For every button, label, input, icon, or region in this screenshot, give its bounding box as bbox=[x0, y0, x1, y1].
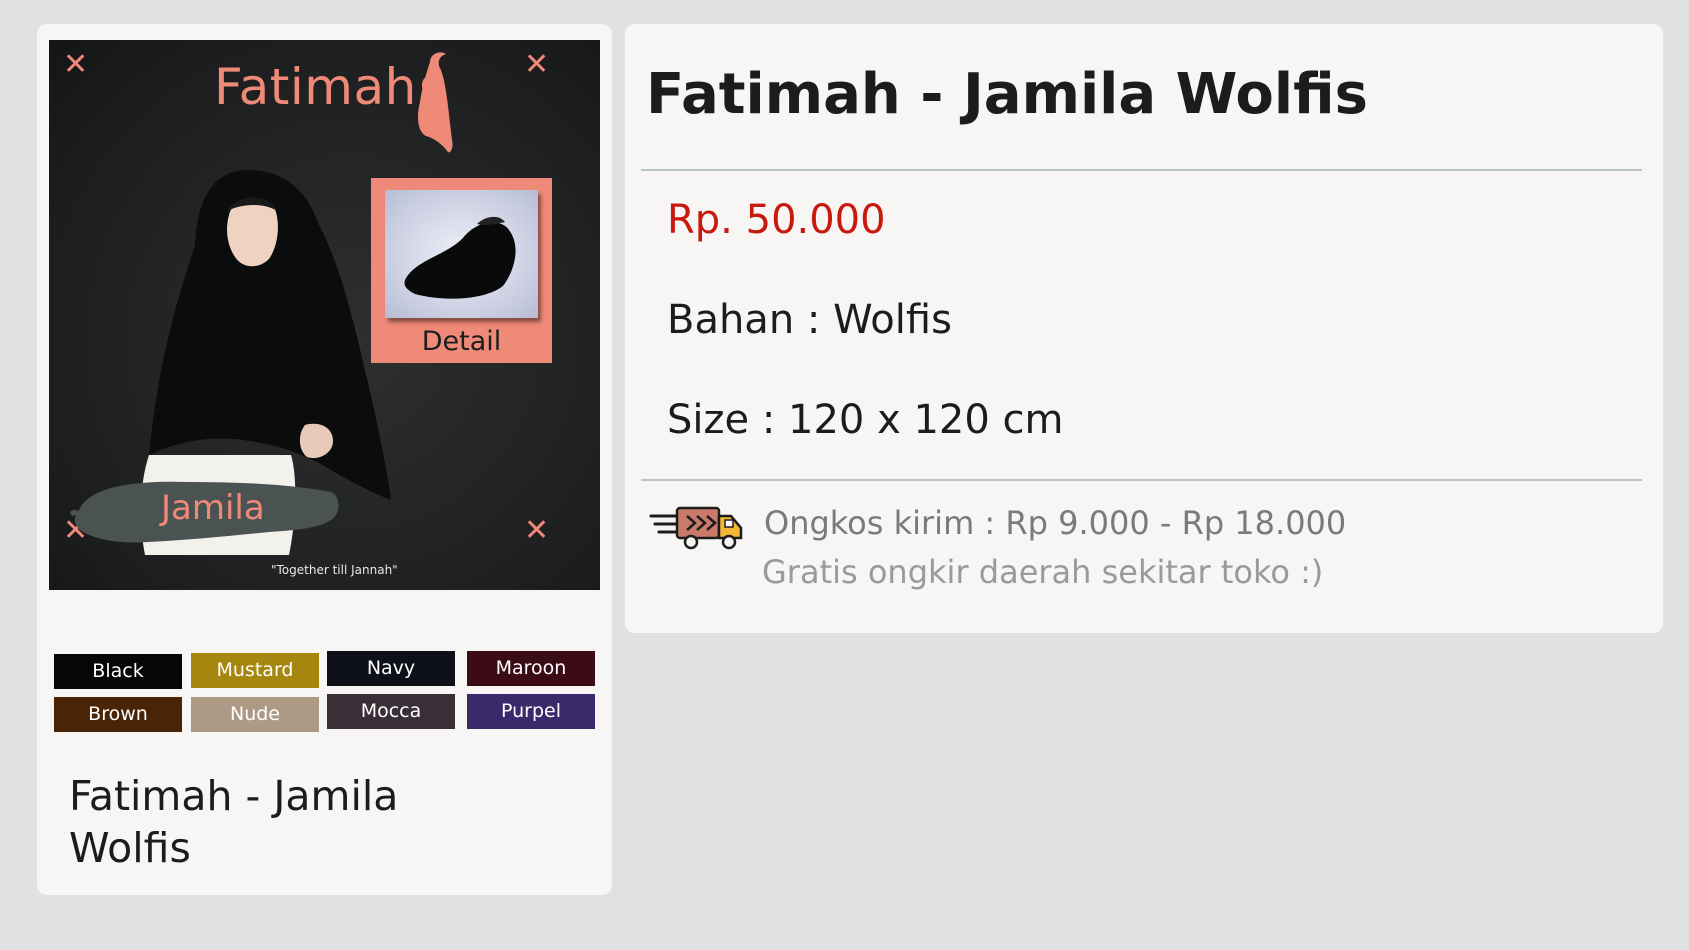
product-detail-panel: Fatimah - Jamila Wolfis Rp. 50.000 Bahan… bbox=[625, 24, 1663, 633]
divider bbox=[641, 169, 1642, 171]
divider bbox=[641, 479, 1642, 481]
product-card: ✕ ✕ ✕ ✕ Fatimah Detail Jamila "Together … bbox=[37, 24, 612, 895]
color-swatch-brown[interactable]: Brown bbox=[54, 697, 182, 732]
detail-thumbnail[interactable]: Detail bbox=[371, 178, 552, 363]
product-price: Rp. 50.000 bbox=[667, 197, 886, 243]
tagline: "Together till Jannah" bbox=[271, 563, 398, 577]
delivery-truck-icon bbox=[649, 506, 743, 550]
color-swatch-nude[interactable]: Nude bbox=[191, 697, 319, 732]
color-swatches: Black Mustard Navy Maroon Brown Nude Moc… bbox=[54, 651, 599, 733]
model-name-label: Jamila bbox=[161, 488, 265, 528]
product-name[interactable]: Fatimah - Jamila Wolfis bbox=[69, 770, 489, 874]
brand-title: Fatimah bbox=[214, 58, 417, 116]
product-image[interactable]: ✕ ✕ ✕ ✕ Fatimah Detail Jamila "Together … bbox=[49, 40, 600, 590]
detail-label: Detail bbox=[421, 326, 502, 357]
shipping-cost: Ongkos kirim : Rp 9.000 - Rp 18.000 bbox=[764, 504, 1347, 542]
color-swatch-purpel[interactable]: Purpel bbox=[467, 694, 595, 729]
hijab-logo-icon bbox=[418, 52, 453, 153]
shipping-note: Gratis ongkir daerah sekitar toko :) bbox=[762, 553, 1324, 591]
color-swatch-navy[interactable]: Navy bbox=[327, 651, 455, 686]
detail-photo bbox=[385, 190, 538, 318]
corner-x-icon: ✕ bbox=[63, 47, 89, 82]
color-swatch-maroon[interactable]: Maroon bbox=[467, 651, 595, 686]
corner-x-icon: ✕ bbox=[524, 513, 550, 548]
color-swatch-mustard[interactable]: Mustard bbox=[191, 653, 319, 688]
fabric-detail-image bbox=[404, 216, 516, 299]
corner-x-icon: ✕ bbox=[524, 47, 550, 82]
product-title: Fatimah - Jamila Wolfis bbox=[646, 62, 1368, 127]
material-spec: Bahan : Wolfis bbox=[667, 297, 952, 343]
color-swatch-black[interactable]: Black bbox=[54, 654, 182, 689]
color-swatch-mocca[interactable]: Mocca bbox=[327, 694, 455, 729]
size-spec: Size : 120 x 120 cm bbox=[667, 397, 1064, 443]
